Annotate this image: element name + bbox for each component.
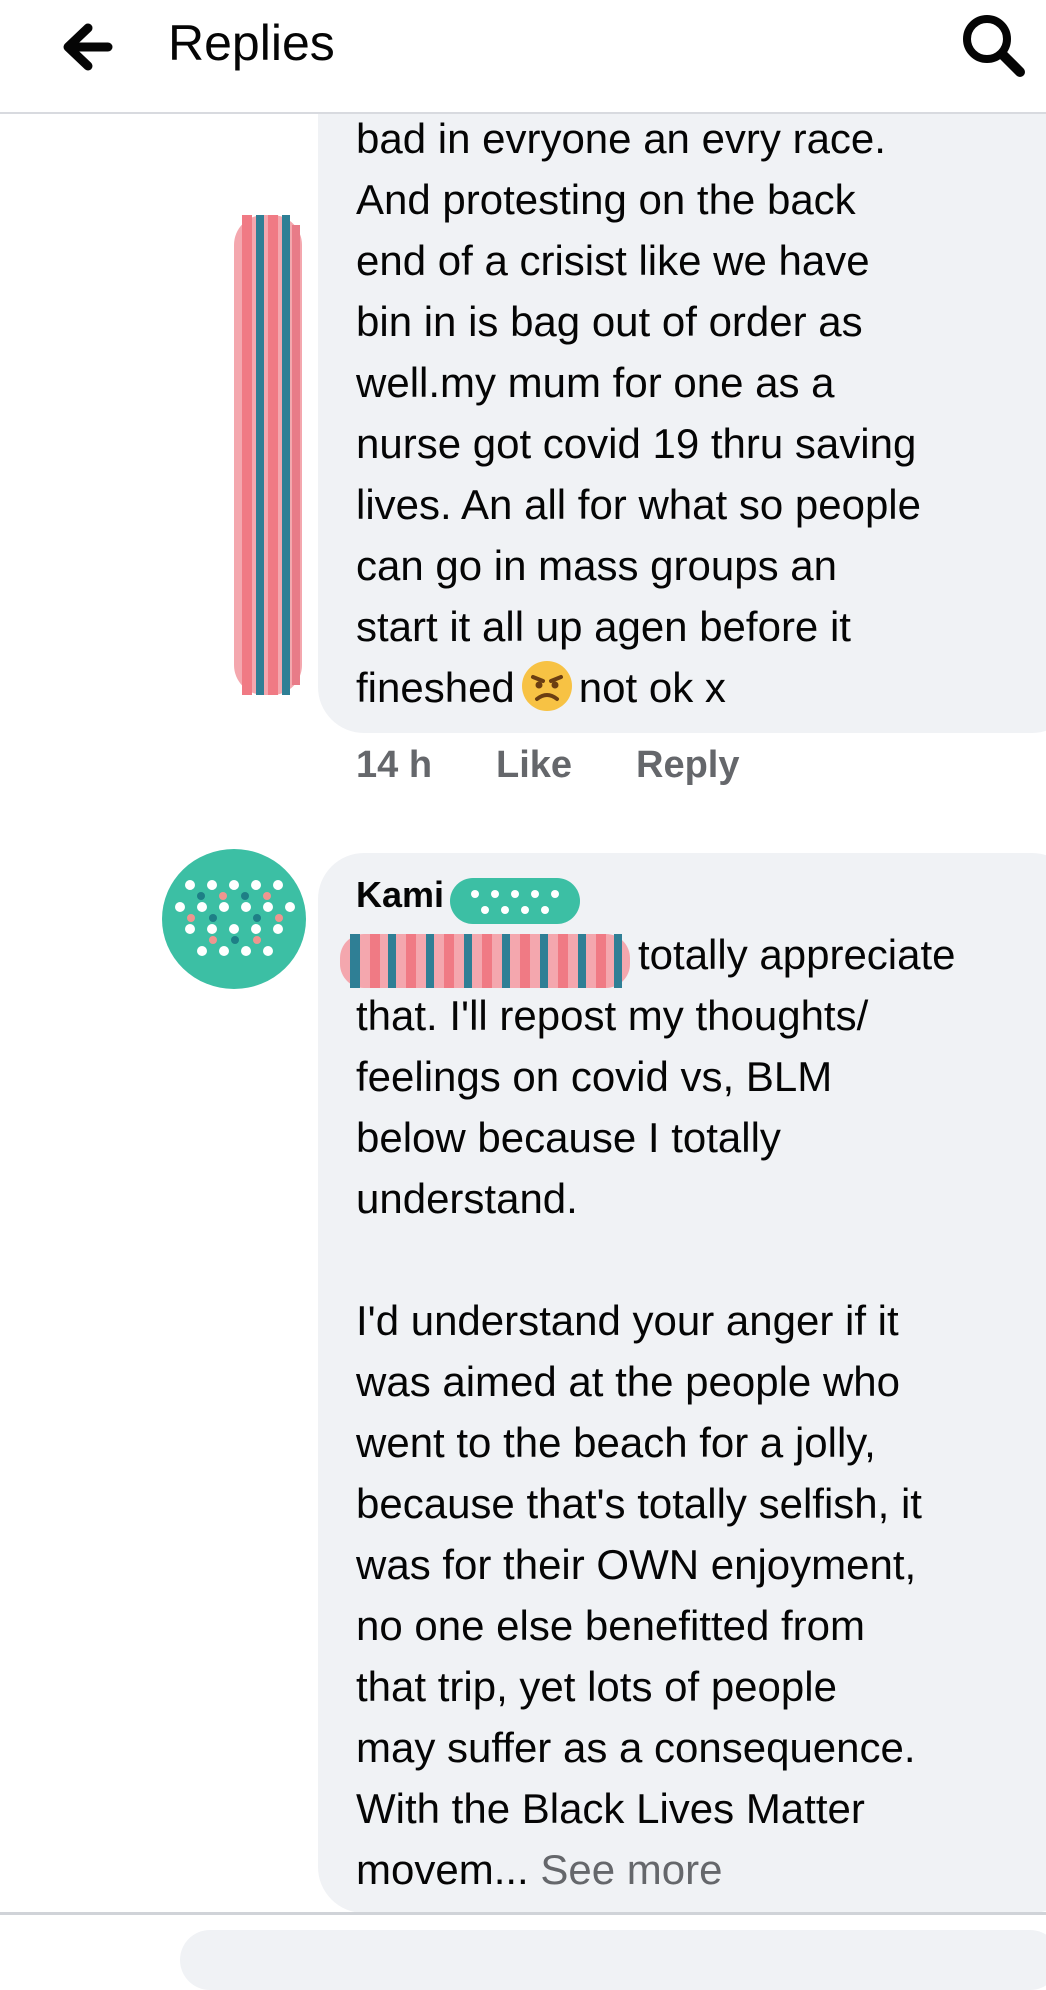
comment-author[interactable]: Kami (356, 872, 444, 918)
redaction-scribble (450, 878, 580, 924)
search-button[interactable] (956, 8, 1030, 82)
avatar[interactable] (160, 845, 308, 993)
redaction-scribble (234, 215, 302, 695)
see-more-link[interactable]: See more (540, 1846, 722, 1893)
page-title: Replies (168, 15, 335, 71)
back-button[interactable] (52, 14, 118, 80)
comment-text: bad in evryone an evry race. And protest… (356, 115, 921, 711)
comment-bubble (180, 1930, 1046, 1990)
angry-face-emoji-icon (521, 661, 572, 711)
like-button[interactable]: Like (496, 740, 572, 790)
timestamp: 14 h (356, 744, 433, 786)
reply-button[interactable]: Reply (636, 740, 739, 790)
top-bar: Replies (0, 0, 1046, 114)
search-icon (963, 15, 1025, 77)
divider (0, 1912, 1046, 1915)
comment-text: totally appreciate that. I'll repost my … (356, 931, 956, 1893)
arrow-left-icon (63, 23, 113, 71)
